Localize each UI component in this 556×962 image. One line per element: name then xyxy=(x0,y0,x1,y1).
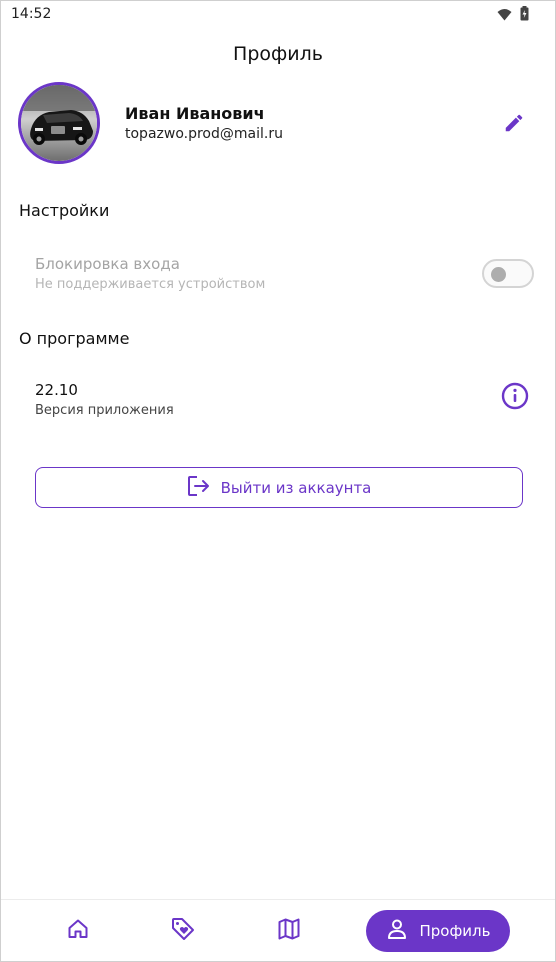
logout-icon xyxy=(187,475,211,501)
logout-button[interactable]: Выйти из аккаунта xyxy=(35,467,523,508)
home-icon xyxy=(66,917,90,945)
toggle-knob xyxy=(491,267,506,282)
user-email: topazwo.prod@mail.ru xyxy=(125,126,283,142)
page-title: Профиль xyxy=(233,43,323,65)
app-version-label: Версия приложения xyxy=(35,403,174,418)
about-section-title: О программе xyxy=(19,329,130,348)
status-time: 14:52 xyxy=(11,6,52,22)
avatar xyxy=(18,82,100,164)
edit-profile-button[interactable] xyxy=(501,112,527,138)
status-icons xyxy=(497,6,529,25)
person-icon xyxy=(386,918,408,944)
settings-section-title: Настройки xyxy=(19,201,110,220)
nav-home-button[interactable] xyxy=(63,916,93,946)
app-version-value: 22.10 xyxy=(35,381,78,399)
info-button[interactable] xyxy=(500,382,530,414)
nav-offers-button[interactable] xyxy=(168,916,198,946)
car-photo-avatar xyxy=(21,85,97,161)
map-icon xyxy=(277,917,301,945)
bottom-navigation: Профиль xyxy=(1,899,555,961)
wifi-icon xyxy=(497,6,512,25)
logout-label: Выйти из аккаунта xyxy=(220,478,372,497)
pencil-icon xyxy=(503,112,525,138)
nav-map-button[interactable] xyxy=(274,916,304,946)
info-icon xyxy=(501,382,529,414)
login-lock-label: Блокировка входа xyxy=(35,255,180,273)
login-lock-toggle[interactable] xyxy=(482,259,534,288)
nav-profile-label: Профиль xyxy=(419,922,491,940)
user-name: Иван Иванович xyxy=(125,104,265,123)
profile-screen: 14:52 Профиль Иван Иванович topazwo.prod… xyxy=(0,0,556,962)
nav-profile-button[interactable]: Профиль xyxy=(366,910,510,952)
tag-heart-icon xyxy=(170,916,196,946)
status-bar: 14:52 xyxy=(1,1,555,27)
battery-icon xyxy=(520,6,529,25)
login-lock-sublabel: Не поддерживается устройством xyxy=(35,277,266,292)
